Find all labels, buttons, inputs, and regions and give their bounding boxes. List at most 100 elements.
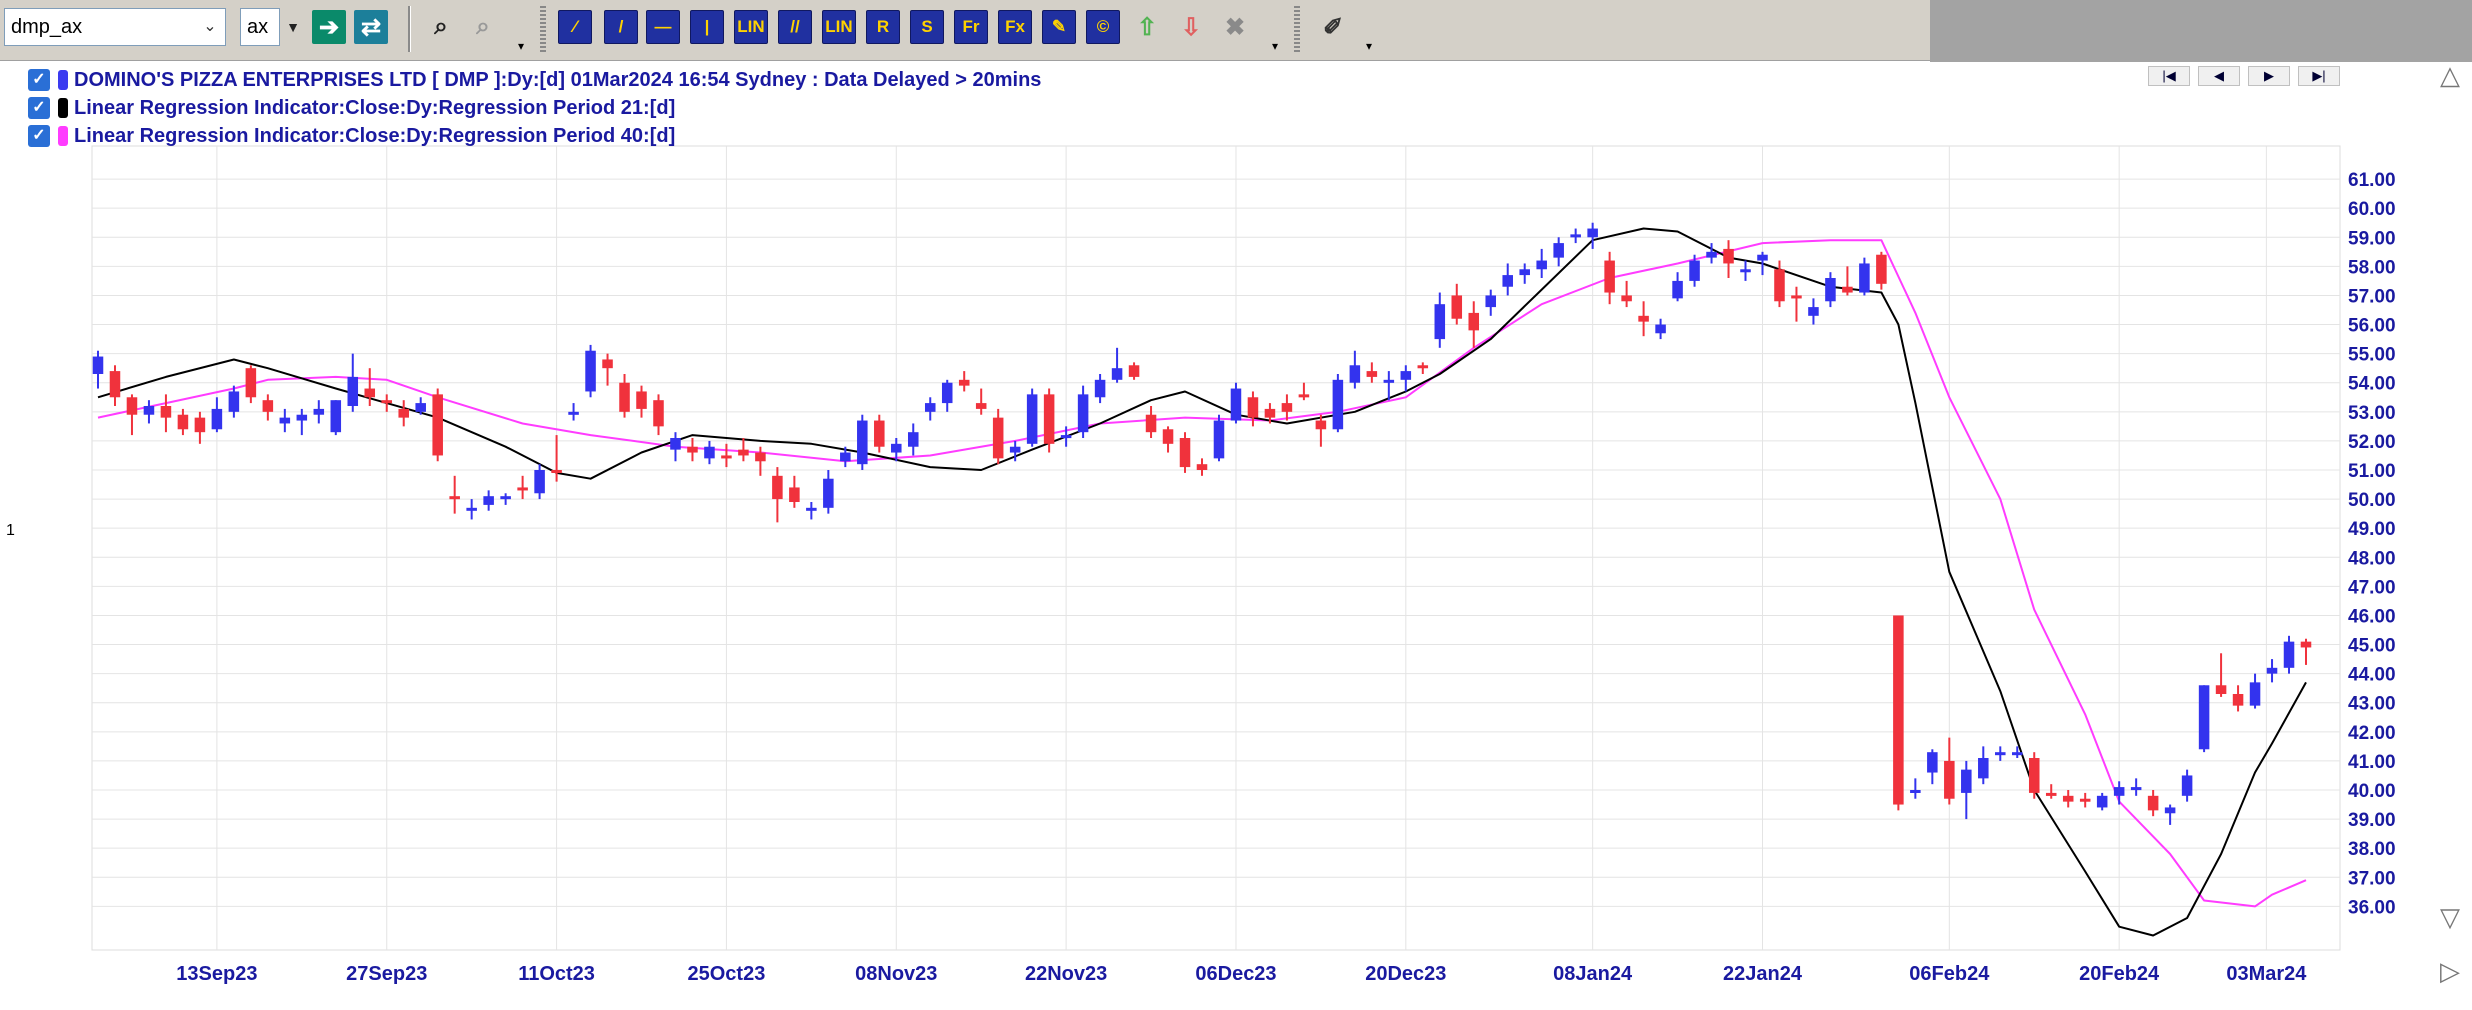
candle-body	[1434, 304, 1446, 340]
candle-body	[2045, 792, 2057, 796]
candle-body	[1417, 365, 1429, 369]
y-tick-label: 49.00	[2348, 519, 2396, 540]
nav-first-button[interactable]: |◀	[2148, 66, 2190, 86]
legend-swatch	[58, 126, 68, 146]
candle-body	[1196, 464, 1208, 470]
x-tick-label: 11Oct23	[518, 963, 595, 985]
candle-body	[1689, 260, 1700, 281]
candle-body	[1485, 295, 1497, 308]
candle-body	[1791, 295, 1802, 299]
y-tick-label: 53.00	[2348, 403, 2396, 424]
candle-body	[330, 400, 342, 433]
candle-body	[2130, 787, 2142, 791]
candle-body	[1672, 280, 1683, 299]
candle	[2028, 752, 2040, 799]
checkbox-icon[interactable]: ✓	[28, 97, 50, 119]
legend-row-lr40[interactable]: ✓ Linear Regression Indicator:Close:Dy:R…	[28, 123, 675, 149]
candle-body	[517, 487, 528, 491]
nav-next-button[interactable]: ▶	[2248, 66, 2290, 86]
candle-body	[2266, 667, 2278, 674]
candle-body	[1910, 790, 1921, 793]
candle-body	[1978, 758, 1989, 779]
candle-body	[364, 388, 376, 398]
x-tick-label: 20Feb24	[2079, 963, 2160, 985]
legend-label: DOMINO'S PIZZA ENTERPRISES LTD [ DMP ]:D…	[74, 68, 1042, 91]
candle-body	[1638, 315, 1649, 322]
scroll-right-icon[interactable]: ▷	[2440, 956, 2460, 987]
candle-body	[636, 391, 647, 409]
candle-body	[2028, 758, 2040, 793]
candle-body	[483, 496, 494, 505]
candle-body	[1043, 394, 1055, 444]
candle	[330, 400, 342, 436]
legend-row-price[interactable]: ✓ DOMINO'S PIZZA ENTERPRISES LTD [ DMP ]…	[28, 67, 1041, 93]
candle-body	[1349, 365, 1361, 383]
candle-body	[1298, 394, 1310, 398]
candle-body	[1536, 260, 1547, 270]
candle-body	[1995, 752, 2006, 756]
candle-body	[1230, 388, 1242, 421]
candle-body	[194, 417, 206, 433]
candle-body	[1808, 307, 1819, 316]
candle-body	[1077, 394, 1089, 433]
candle-body	[1825, 278, 1836, 302]
candle-body	[687, 446, 698, 453]
candle	[1179, 432, 1191, 473]
nav-last-button[interactable]: ▶|	[2298, 66, 2340, 86]
candle-body	[2215, 685, 2227, 694]
candle-body	[1927, 752, 1938, 773]
candle-body	[398, 408, 409, 418]
scroll-up-icon[interactable]: △	[2440, 60, 2460, 91]
candle-body	[1502, 275, 1513, 287]
candle-body	[1213, 420, 1225, 459]
candle-body	[160, 406, 172, 418]
y-tick-label: 54.00	[2348, 374, 2396, 395]
candle-body	[2011, 752, 2023, 756]
candle-body	[1587, 228, 1598, 238]
candle-body	[177, 414, 189, 430]
x-tick-label: 27Sep23	[346, 963, 427, 985]
candle-body	[1519, 269, 1530, 276]
candle-body	[466, 507, 477, 511]
candle-body	[279, 417, 291, 424]
candle-body	[602, 359, 613, 369]
y-tick-label: 43.00	[2348, 694, 2396, 715]
y-tick-label: 46.00	[2348, 606, 2396, 627]
candle	[1332, 374, 1344, 433]
candle-body	[1281, 403, 1293, 412]
x-tick-label: 25Oct23	[688, 963, 766, 985]
candle-body	[1723, 248, 1734, 264]
price-chart[interactable]: 36.00 37.00 38.00 39.00 40.00 41.00 42.00 43.00…	[0, 0, 2472, 1010]
candle-body	[704, 446, 715, 459]
checkbox-icon[interactable]: ✓	[28, 125, 50, 147]
y-tick-label: 57.00	[2348, 286, 2396, 307]
y-tick-label: 36.00	[2348, 897, 2396, 918]
candle-body	[500, 496, 511, 500]
candle-body	[245, 368, 257, 398]
candle-body	[1944, 760, 1955, 799]
candle-body	[551, 470, 562, 473]
y-tick-label: 40.00	[2348, 781, 2396, 802]
candle-body	[840, 452, 851, 462]
candle-body	[2164, 807, 2176, 814]
y-tick-label: 48.00	[2348, 548, 2396, 569]
candle-body	[975, 403, 987, 409]
candle	[1213, 414, 1225, 462]
legend-label: Linear Regression Indicator:Close:Dy:Reg…	[74, 124, 676, 147]
candle-body	[415, 403, 426, 412]
y-tick-label: 45.00	[2348, 636, 2396, 657]
candle-body	[857, 420, 868, 465]
scroll-down-icon[interactable]: ▽	[2440, 902, 2460, 933]
y-tick-label: 58.00	[2348, 257, 2396, 278]
checkbox-icon[interactable]: ✓	[28, 69, 50, 91]
candle-body	[2300, 641, 2312, 648]
candle-body	[1893, 615, 1904, 805]
candle-body	[789, 487, 800, 502]
candle	[1026, 388, 1038, 447]
legend-row-lr21[interactable]: ✓ Linear Regression Indicator:Close:Dy:R…	[28, 95, 675, 121]
candle	[432, 388, 443, 462]
candle	[585, 344, 596, 398]
nav-prev-button[interactable]: ◀	[2198, 66, 2240, 86]
candle-body	[1757, 254, 1768, 261]
candle-body	[1553, 243, 1564, 258]
